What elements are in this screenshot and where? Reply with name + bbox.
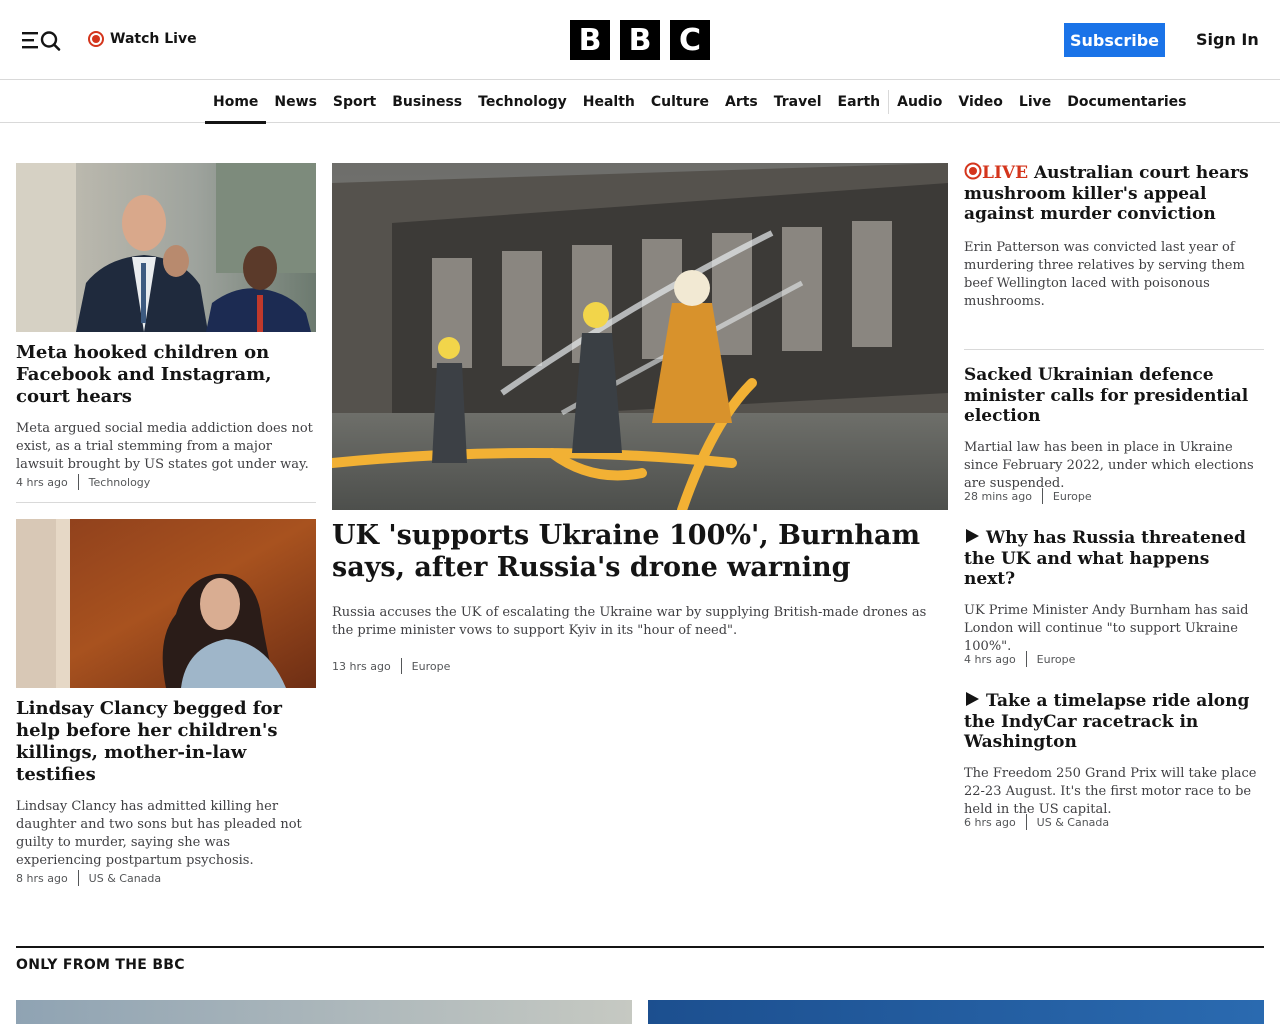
story-meta-row: 13 hrs ago Europe <box>332 658 450 674</box>
story-section[interactable]: Technology <box>89 476 151 489</box>
story-section[interactable]: Europe <box>412 660 451 673</box>
nav-item-earth[interactable]: Earth <box>830 81 889 123</box>
story-time: 8 hrs ago <box>16 871 68 885</box>
feature-photo-left[interactable] <box>16 1000 632 1024</box>
bbc-logo[interactable]: B B C <box>570 20 710 60</box>
story-headline-text: Take a timelapse ride along the IndyCar … <box>964 691 1250 753</box>
nav-item-arts[interactable]: Arts <box>717 81 766 123</box>
nav-item-culture[interactable]: Culture <box>643 81 717 123</box>
live-label: LIVE <box>982 163 1029 183</box>
story-headline-text: Why has Russia threatened the UK and wha… <box>964 528 1246 590</box>
nav-item-sport[interactable]: Sport <box>325 81 384 123</box>
right-divider <box>964 349 1264 350</box>
story-summary: UK Prime Minister Andy Burnham has said … <box>964 603 1249 655</box>
play-icon <box>966 529 979 543</box>
story-headline[interactable]: Lindsay Clancy begged for help before he… <box>16 698 316 786</box>
meta-trial-photo[interactable] <box>16 163 316 332</box>
meta-divider <box>77 870 79 886</box>
story-clancy: Lindsay Clancy begged for help before he… <box>16 698 316 870</box>
main-story-summary: Russia accuses the UK of escalating the … <box>332 605 927 638</box>
top-header: Watch Live B B C Subscribe Sign In <box>0 0 1280 80</box>
main-story: UK 'supports Ukraine 100%', Burnham says… <box>332 520 948 640</box>
nav-item-documentaries[interactable]: Documentaries <box>1059 81 1194 123</box>
meta-divider <box>77 474 79 490</box>
watch-live-link[interactable]: Watch Live <box>88 28 197 50</box>
story-ukraine-minister: Sacked Ukrainian defence minister calls … <box>964 365 1264 493</box>
story-section[interactable]: US & Canada <box>89 872 161 885</box>
nav-item-travel[interactable]: Travel <box>766 81 830 123</box>
section-rule <box>16 946 1264 948</box>
story-summary: Martial law has been in place in Ukraine… <box>964 440 1254 492</box>
live-badge: LIVE <box>964 162 1034 183</box>
nav-item-business[interactable]: Business <box>384 81 470 123</box>
story-summary: Meta argued social media addiction does … <box>16 420 313 472</box>
menu-search-icon <box>22 31 61 51</box>
nav-items: Home News Sport Business Technology Heal… <box>205 81 1194 124</box>
story-summary: Erin Patterson was convicted last year o… <box>964 240 1245 310</box>
story-headline[interactable]: Meta hooked children on Facebook and Ins… <box>16 342 316 408</box>
story-indycar-video: Take a timelapse ride along the IndyCar … <box>964 691 1264 819</box>
nav-item-video[interactable]: Video <box>950 81 1011 123</box>
logo-letter-b1: B <box>570 20 610 60</box>
meta-divider <box>400 658 402 674</box>
story-time: 28 mins ago <box>964 489 1032 503</box>
nav-item-audio[interactable]: Audio <box>889 81 950 123</box>
section-title: ONLY FROM THE BBC <box>16 957 185 973</box>
logo-letter-c: C <box>670 20 710 60</box>
live-dot-icon <box>88 31 104 47</box>
story-section[interactable]: Europe <box>1037 653 1076 666</box>
meta-divider <box>1025 814 1027 830</box>
play-icon <box>966 692 979 706</box>
story-time: 4 hrs ago <box>16 475 68 489</box>
main-story-photo[interactable] <box>332 163 948 510</box>
story-meta-row: 4 hrs ago Technology <box>16 474 150 490</box>
story-mushroom-live: LIVE Australian court hears mushroom kil… <box>964 162 1264 311</box>
story-russia-threat-video: Why has Russia threatened the UK and wha… <box>964 528 1264 656</box>
live-dot-icon <box>964 162 982 180</box>
story-meta-row: 28 mins ago Europe <box>964 488 1092 504</box>
story-section[interactable]: US & Canada <box>1037 816 1109 829</box>
meta-divider <box>1041 488 1043 504</box>
feature-photo-right[interactable] <box>648 1000 1264 1024</box>
story-meta-row: 6 hrs ago US & Canada <box>964 814 1109 830</box>
left-divider <box>16 502 316 503</box>
watch-live-label: Watch Live <box>110 31 197 47</box>
menu-search-button[interactable] <box>20 26 64 54</box>
main-story-headline[interactable]: UK 'supports Ukraine 100%', Burnham says… <box>332 520 948 584</box>
story-headline[interactable]: Take a timelapse ride along the IndyCar … <box>964 691 1264 753</box>
story-meta-row: 4 hrs ago Europe <box>964 651 1075 667</box>
story-meta: Meta hooked children on Facebook and Ins… <box>16 342 316 474</box>
logo-letter-b2: B <box>620 20 660 60</box>
nav-item-home[interactable]: Home <box>205 81 267 124</box>
nav-item-technology[interactable]: Technology <box>470 81 575 123</box>
story-summary: Lindsay Clancy has admitted killing her … <box>16 798 302 868</box>
story-headline[interactable]: Sacked Ukrainian defence minister calls … <box>964 365 1264 427</box>
meta-divider <box>1025 651 1027 667</box>
story-time: 13 hrs ago <box>332 659 391 673</box>
story-headline[interactable]: LIVE Australian court hears mushroom kil… <box>964 162 1264 225</box>
story-summary: The Freedom 250 Grand Prix will take pla… <box>964 766 1257 818</box>
story-time: 6 hrs ago <box>964 815 1016 829</box>
story-meta-row: 8 hrs ago US & Canada <box>16 870 161 886</box>
story-headline[interactable]: Why has Russia threatened the UK and wha… <box>964 528 1264 590</box>
nav-item-news[interactable]: News <box>266 81 324 123</box>
main-nav: Home News Sport Business Technology Heal… <box>0 81 1280 124</box>
clancy-photo[interactable] <box>16 519 316 688</box>
nav-item-health[interactable]: Health <box>575 81 643 123</box>
sign-in-link[interactable]: Sign In <box>1196 26 1259 54</box>
story-time: 4 hrs ago <box>964 652 1016 666</box>
story-section[interactable]: Europe <box>1053 490 1092 503</box>
nav-item-live[interactable]: Live <box>1011 81 1059 123</box>
subscribe-button[interactable]: Subscribe <box>1064 23 1165 57</box>
